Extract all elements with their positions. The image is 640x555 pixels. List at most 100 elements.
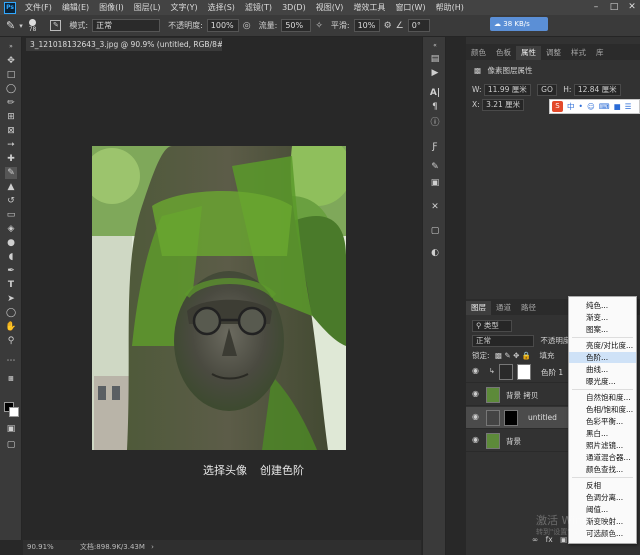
screen-mode-icon[interactable]: ▢ [5, 439, 17, 451]
layer-mask-thumbnail[interactable] [517, 364, 531, 380]
layer-background[interactable]: ◉ 背景 [466, 430, 581, 452]
lock-all-icon[interactable]: 🔒 [522, 351, 531, 360]
menu-channel-mixer[interactable]: 通道混合器... [569, 452, 636, 463]
pressure-opacity-icon[interactable]: ◎ [243, 21, 251, 31]
tool-presets-icon[interactable]: ✕ [428, 201, 442, 213]
brush-settings-icon[interactable]: ✎ [50, 20, 62, 31]
airbrush-icon[interactable]: ✧ [315, 21, 323, 31]
tab-properties[interactable]: 属性 [516, 46, 541, 60]
menu-plugins[interactable]: 增效工具 [348, 2, 390, 13]
paint-bucket-tool-icon[interactable]: ◈ [5, 223, 17, 235]
background-color-swatch[interactable] [9, 407, 19, 417]
clone-source-icon[interactable]: ▣ [428, 177, 442, 189]
x-field[interactable]: 3.21 厘米 [482, 99, 525, 111]
document-canvas[interactable] [92, 146, 346, 450]
tab-swatches[interactable]: 色板 [491, 46, 516, 60]
menu-levels[interactable]: 色阶... [569, 352, 636, 363]
glyphs-panel-icon[interactable]: Ƒ [428, 141, 442, 153]
eyedropper-tool-icon[interactable]: ➙ [5, 139, 17, 151]
brush-tool-icon[interactable]: ✎ [5, 167, 17, 179]
menu-select[interactable]: 选择(S) [203, 2, 240, 13]
close-icon[interactable]: ✕ [624, 0, 640, 15]
height-field[interactable]: 12.84 厘米 [573, 84, 621, 96]
minimize-icon[interactable]: – [588, 0, 604, 15]
3d-panel-icon[interactable]: ▢ [428, 225, 442, 237]
stamp-tool-icon[interactable]: ▲ [5, 181, 17, 193]
default-colors-icon[interactable]: ▩ [5, 373, 17, 385]
visibility-eye-icon[interactable]: ◉ [472, 366, 479, 375]
healing-tool-icon[interactable]: ✚ [5, 153, 17, 165]
type-tool-icon[interactable]: T [5, 279, 17, 291]
menu-help[interactable]: 帮助(H) [431, 2, 469, 13]
layer-untitled[interactable]: ◉ untitled [466, 407, 581, 429]
brushes-panel-icon[interactable]: ✎ [428, 161, 442, 173]
crop-tool-icon[interactable]: ⊞ [5, 111, 17, 123]
opacity-field[interactable]: 100% [206, 19, 239, 32]
brush-preset-picker[interactable]: 78 [29, 18, 36, 33]
layer-filter-select[interactable]: ⚲ 类型 [472, 320, 512, 332]
menu-color-lookup[interactable]: 颜色查找... [569, 464, 636, 475]
ime-menu-icon[interactable]: ☰ [623, 102, 634, 111]
zoom-tool-icon[interactable]: ⚲ [5, 335, 17, 347]
smoothing-field[interactable]: 10% [353, 19, 380, 32]
character-panel-icon[interactable]: A| [428, 87, 442, 99]
history-panel-icon[interactable]: ▤ [428, 53, 442, 65]
tab-libraries[interactable]: 库 [591, 46, 609, 60]
mode-select[interactable]: 正常 [92, 19, 161, 32]
lock-transparency-icon[interactable]: ▩ [495, 351, 502, 360]
actions-panel-icon[interactable]: ▶ [428, 67, 442, 79]
menu-type[interactable]: 文字(Y) [165, 2, 202, 13]
width-field[interactable]: 11.99 厘米 [483, 84, 531, 96]
maximize-icon[interactable]: □ [606, 0, 622, 15]
tab-color[interactable]: 颜色 [466, 46, 491, 60]
menu-file[interactable]: 文件(F) [20, 2, 57, 13]
blur-tool-icon[interactable]: ● [5, 237, 17, 249]
tab-channels[interactable]: 通道 [491, 301, 516, 315]
angle-field[interactable]: 0° [407, 19, 430, 32]
collapse-chevron-icon[interactable]: » [5, 41, 17, 53]
ime-chinese-mode[interactable]: 中 [565, 101, 577, 112]
paragraph-panel-icon[interactable]: ¶ [428, 101, 442, 113]
tab-styles[interactable]: 样式 [566, 46, 591, 60]
menu-posterize[interactable]: 色调分离... [569, 492, 636, 503]
visibility-eye-icon[interactable]: ◉ [472, 435, 479, 444]
move-tool-icon[interactable]: ✥ [5, 55, 17, 67]
ime-skin-icon[interactable]: ■ [612, 102, 623, 111]
visibility-eye-icon[interactable]: ◉ [472, 412, 479, 421]
menu-curves[interactable]: 曲线... [569, 364, 636, 375]
menu-layer[interactable]: 图层(L) [129, 2, 166, 13]
menu-image[interactable]: 图像(I) [94, 2, 129, 13]
marquee-tool-icon[interactable]: □ [5, 69, 17, 81]
collapse-chevron-icon[interactable]: « [428, 40, 442, 52]
dropdown-chevron-icon[interactable]: ▾ [19, 22, 23, 30]
quick-select-tool-icon[interactable]: ✏ [5, 97, 17, 109]
blend-mode-select[interactable]: 正常 [472, 335, 534, 347]
layer-background-copy[interactable]: ◉ 背景 拷贝 [466, 384, 581, 406]
menu-solid-color[interactable]: 纯色... [569, 300, 636, 311]
more-tools-icon[interactable]: ⋯ [5, 355, 17, 367]
document-tab[interactable]: 3_121018132643_3.jpg @ 90.9% (untitled, … [26, 38, 222, 51]
hand-tool-icon[interactable]: ✋ [5, 321, 17, 333]
menu-brightness-contrast[interactable]: 亮度/对比度... [569, 340, 636, 351]
ime-toolbar[interactable]: S 中 • ☺ ⌨ ■ ☰ [549, 99, 640, 114]
menu-exposure[interactable]: 曝光度... [569, 376, 636, 387]
menu-vibrance[interactable]: 自然饱和度... [569, 392, 636, 403]
layer-levels-1[interactable]: ◉ ↳ 色阶 1 [466, 361, 581, 383]
layer-mask-thumbnail[interactable] [504, 410, 518, 426]
tab-adjustments[interactable]: 调整 [541, 46, 566, 60]
path-select-tool-icon[interactable]: ➤ [5, 293, 17, 305]
frame-tool-icon[interactable]: ⊠ [5, 125, 17, 137]
lasso-tool-icon[interactable]: ◯ [5, 83, 17, 95]
ime-emoji-icon[interactable]: ☺ [585, 102, 597, 111]
zoom-level[interactable]: 90.91% [27, 543, 54, 551]
quick-mask-icon[interactable]: ▣ [5, 423, 17, 435]
menu-photo-filter[interactable]: 照片滤镜... [569, 440, 636, 451]
menu-color-balance[interactable]: 色彩平衡... [569, 416, 636, 427]
menu-invert[interactable]: 反相 [569, 480, 636, 491]
menu-window[interactable]: 窗口(W) [390, 2, 430, 13]
shape-tool-icon[interactable]: ◯ [5, 307, 17, 319]
menu-view[interactable]: 视图(V) [311, 2, 349, 13]
menu-filter[interactable]: 滤镜(T) [240, 2, 277, 13]
tab-paths[interactable]: 路径 [516, 301, 541, 315]
menu-edit[interactable]: 编辑(E) [57, 2, 94, 13]
